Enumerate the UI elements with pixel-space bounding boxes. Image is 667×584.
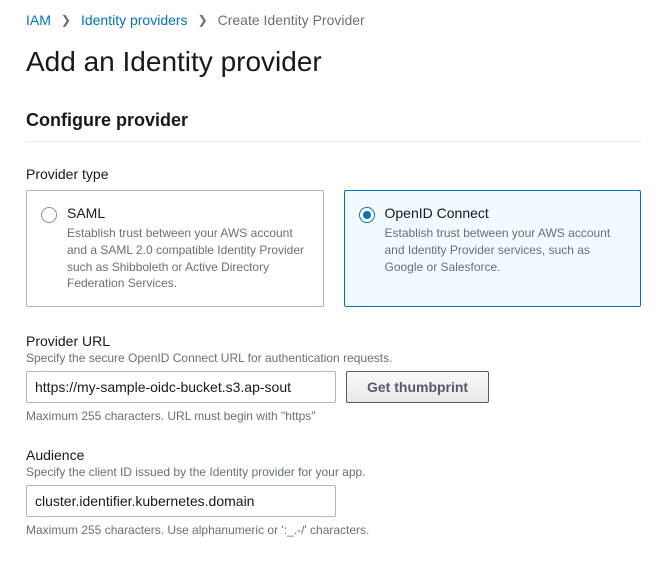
divider xyxy=(26,141,641,142)
get-thumbprint-button[interactable]: Get thumbprint xyxy=(346,371,489,403)
chevron-right-icon: ❯ xyxy=(61,13,71,27)
audience-constraint: Maximum 255 characters. Use alphanumeric… xyxy=(26,523,641,537)
provider-url-field: Provider URL Specify the secure OpenID C… xyxy=(26,333,641,423)
audience-input[interactable] xyxy=(26,485,336,517)
tile-title: OpenID Connect xyxy=(385,205,627,221)
provider-type-tile-openid[interactable]: OpenID Connect Establish trust between y… xyxy=(344,190,642,307)
page-title: Add an Identity provider xyxy=(26,46,641,78)
provider-type-label: Provider type xyxy=(26,166,641,182)
provider-url-label: Provider URL xyxy=(26,333,641,349)
provider-url-constraint: Maximum 255 characters. URL must begin w… xyxy=(26,409,641,423)
breadcrumb: IAM ❯ Identity providers ❯ Create Identi… xyxy=(26,12,641,28)
provider-type-tiles: SAML Establish trust between your AWS ac… xyxy=(26,190,641,307)
tile-description: Establish trust between your AWS account… xyxy=(67,225,309,292)
radio-icon xyxy=(359,207,375,223)
tile-title: SAML xyxy=(67,205,309,221)
audience-hint: Specify the client ID issued by the Iden… xyxy=(26,465,641,479)
radio-icon xyxy=(41,207,57,223)
breadcrumb-link-iam[interactable]: IAM xyxy=(26,12,51,28)
audience-field: Audience Specify the client ID issued by… xyxy=(26,447,641,537)
breadcrumb-link-identity-providers[interactable]: Identity providers xyxy=(81,12,188,28)
provider-url-input[interactable] xyxy=(26,371,336,403)
provider-type-tile-saml[interactable]: SAML Establish trust between your AWS ac… xyxy=(26,190,324,307)
section-title: Configure provider xyxy=(26,110,641,131)
provider-url-hint: Specify the secure OpenID Connect URL fo… xyxy=(26,351,641,365)
chevron-right-icon: ❯ xyxy=(198,13,208,27)
audience-label: Audience xyxy=(26,447,641,463)
provider-type-field: Provider type SAML Establish trust betwe… xyxy=(26,166,641,307)
breadcrumb-current: Create Identity Provider xyxy=(218,12,365,28)
tile-description: Establish trust between your AWS account… xyxy=(385,225,627,275)
